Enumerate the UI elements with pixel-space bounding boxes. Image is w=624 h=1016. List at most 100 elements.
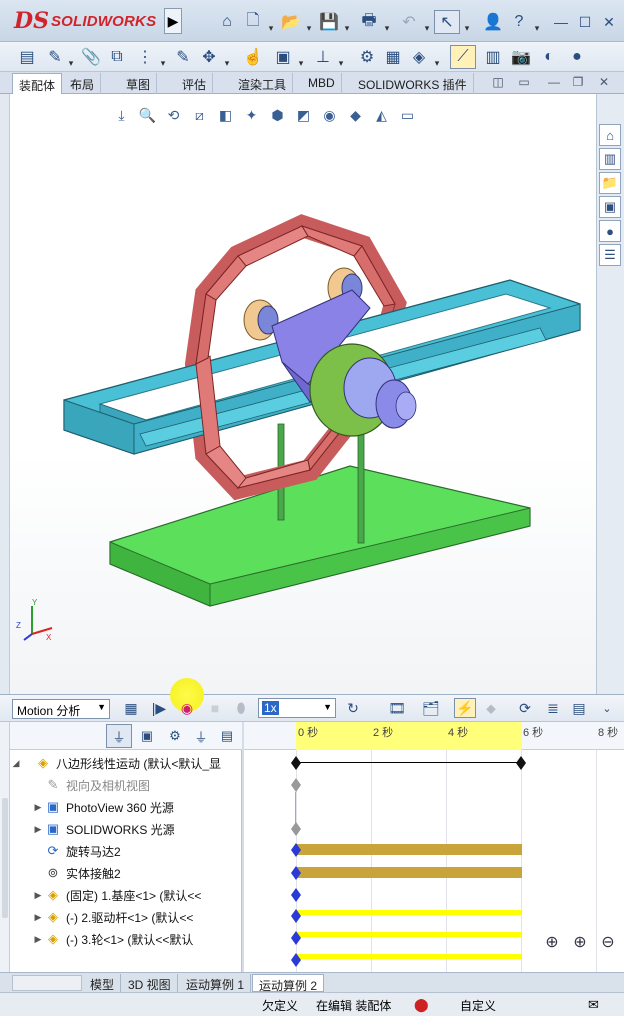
new-dropdown-arrow[interactable]: ▾ bbox=[266, 16, 276, 40]
keypoint[interactable] bbox=[516, 756, 526, 770]
tab-sketch[interactable]: 草图 bbox=[120, 73, 158, 94]
expand-arrow-icon[interactable]: ▶ bbox=[32, 934, 44, 945]
edit-component-icon[interactable]: ✎ bbox=[42, 45, 68, 69]
display-style-icon[interactable]: ◩ bbox=[292, 104, 315, 126]
tree-item-solid-contact[interactable]: ⊚ 实体接触2 bbox=[32, 862, 264, 884]
linear-pattern-icon[interactable]: ⋮ bbox=[132, 45, 158, 69]
tab-evaluate[interactable]: 评估 bbox=[176, 73, 214, 94]
home-icon[interactable]: ⌂ bbox=[214, 10, 240, 34]
apply-scene-icon[interactable]: ◭ bbox=[370, 104, 393, 126]
bill-of-materials-icon[interactable]: ▦ bbox=[380, 45, 406, 69]
rebuild-light-icon[interactable]: ⬤ bbox=[414, 997, 429, 1013]
hide-show-items-icon[interactable]: ◉ bbox=[318, 104, 341, 126]
custom-properties-icon[interactable]: ☰ bbox=[599, 244, 621, 266]
tab-3d-views[interactable]: 3D 视图 bbox=[122, 974, 178, 992]
doc-minimize-icon[interactable]: — bbox=[546, 75, 562, 89]
print-icon[interactable]: 🖶 bbox=[356, 10, 382, 34]
view-palette-icon[interactable]: ▣ bbox=[599, 196, 621, 218]
contact-track[interactable] bbox=[296, 867, 522, 878]
tree-item-views-cameras[interactable]: ✎ 视向及相机视图 bbox=[32, 774, 264, 796]
graphics-area[interactable] bbox=[10, 94, 596, 694]
tab-mbd[interactable]: MBD bbox=[302, 73, 342, 94]
filter-animated-icon[interactable]: ▣ bbox=[134, 724, 160, 748]
animation-wizard-icon[interactable]: 🗂 bbox=[420, 698, 442, 718]
smart-fasteners-icon[interactable]: ✎ bbox=[170, 45, 196, 69]
save-icon[interactable]: 💾 bbox=[316, 10, 342, 34]
tree-item-wheel[interactable]: ▶ ◈ (-) 3.轮<1> (默认<<默认 bbox=[32, 928, 264, 950]
large-assembly-icon[interactable]: ◐ bbox=[536, 45, 562, 69]
record-button[interactable]: ◉ bbox=[176, 698, 198, 718]
keypoint[interactable] bbox=[291, 953, 301, 967]
expand-arrow-icon[interactable]: ▶ bbox=[32, 802, 44, 813]
calculate-icon[interactable]: ▦ bbox=[120, 698, 142, 718]
insert-component-icon[interactable]: ▤ bbox=[14, 45, 40, 69]
view-selector-icon[interactable]: ✦ bbox=[240, 104, 263, 126]
keypoint[interactable] bbox=[291, 931, 301, 945]
scroll-thumb[interactable] bbox=[2, 798, 8, 918]
tab-render-tools[interactable]: 渲染工具 bbox=[232, 73, 294, 94]
update-speedpak-icon[interactable]: ▥ bbox=[480, 45, 506, 69]
tile-vertical-icon[interactable]: ▭ bbox=[516, 75, 532, 89]
keypoint[interactable] bbox=[291, 843, 301, 857]
tab-solidworks-addins[interactable]: SOLIDWORKS 插件 bbox=[352, 73, 474, 94]
filter-selected-icon[interactable]: ⏚ bbox=[188, 724, 214, 748]
study-type-select[interactable]: Motion 分析 ▼ bbox=[12, 699, 110, 719]
quick-tips-icon[interactable]: ✉ bbox=[588, 997, 599, 1013]
dynamic-annotation-icon[interactable]: ◧ bbox=[214, 104, 237, 126]
filter-icon[interactable]: ⏚ bbox=[106, 724, 132, 748]
move-component-icon[interactable]: ✥ bbox=[196, 45, 222, 69]
appearance-icon[interactable]: ● bbox=[564, 45, 590, 69]
timeline-ruler[interactable]: 0 秒 2 秒 4 秒 6 秒 8 秒 bbox=[244, 722, 624, 750]
previous-view-icon[interactable]: ⟲ bbox=[162, 104, 185, 126]
file-explorer-icon[interactable]: 📁 bbox=[599, 172, 621, 194]
wheel-track[interactable] bbox=[296, 932, 522, 937]
expand-arrow-icon[interactable]: ▶ bbox=[32, 912, 44, 923]
playback-speed-select[interactable]: 1x ▼ bbox=[258, 698, 336, 718]
component-preview-icon[interactable]: ⧉ bbox=[104, 45, 130, 69]
tab-assembly[interactable]: 装配体 bbox=[12, 73, 63, 94]
mate-icon[interactable]: 📎 bbox=[78, 45, 104, 69]
expand-arrow-icon[interactable]: ▶ bbox=[32, 890, 44, 901]
print-dropdown-arrow[interactable]: ▾ bbox=[382, 16, 392, 40]
tab-motion-study-2[interactable]: 运动算例 2 bbox=[252, 974, 325, 993]
open-icon[interactable]: 📂 bbox=[278, 10, 304, 34]
new-motion-study-icon[interactable]: ⚙ bbox=[354, 45, 380, 69]
tab-layout[interactable]: 布局 bbox=[64, 73, 102, 94]
spring-icon[interactable]: ≣ bbox=[542, 698, 564, 718]
save-dropdown-arrow[interactable]: ▾ bbox=[342, 16, 352, 40]
solidworks-resources-icon[interactable]: ⌂ bbox=[599, 124, 621, 146]
undo-icon[interactable]: ↶ bbox=[396, 10, 422, 34]
tree-item-drive-rod[interactable]: ▶ ◈ (-) 2.驱动杆<1> (默认<< bbox=[32, 906, 264, 928]
zoom-out-icon[interactable]: ⊖ bbox=[596, 930, 620, 954]
playback-mode-icon[interactable]: ↻ bbox=[342, 698, 364, 718]
design-library-icon[interactable]: ▥ bbox=[599, 148, 621, 170]
tree-item-rotary-motor[interactable]: ⟳ 旋转马达2 bbox=[32, 840, 264, 862]
reference-geometry-icon[interactable]: ⊥ bbox=[310, 45, 336, 69]
select-cursor-icon[interactable]: ↖ bbox=[434, 10, 460, 34]
tree-item-base[interactable]: ▶ ◈ (固定) 1.基座<1> (默认<< bbox=[32, 884, 264, 906]
keypoint[interactable] bbox=[291, 756, 301, 770]
zoom-to-fit-icon[interactable]: ⊕ bbox=[540, 930, 564, 954]
tree-item-solidworks-lights[interactable]: ▶ ▣ SOLIDWORKS 光源 bbox=[32, 818, 264, 840]
assembly-features-icon[interactable]: ▣ bbox=[270, 45, 296, 69]
open-dropdown-arrow[interactable]: ▾ bbox=[304, 16, 314, 40]
filter-driving-icon[interactable]: ⚙ bbox=[162, 724, 188, 748]
drive-rod-track[interactable] bbox=[296, 910, 522, 915]
tab-model[interactable]: 模型 bbox=[84, 974, 122, 992]
help-icon[interactable]: ? bbox=[506, 10, 532, 34]
minimize-window-icon[interactable]: — bbox=[548, 10, 574, 34]
doc-close-icon[interactable]: ✕ bbox=[596, 75, 612, 89]
maximize-window-icon[interactable]: ☐ bbox=[572, 10, 598, 34]
keypoint[interactable] bbox=[291, 822, 301, 836]
edit-appearance-icon[interactable]: ◆ bbox=[344, 104, 367, 126]
next-component-track[interactable] bbox=[296, 954, 522, 959]
tree-item-photoview-lights[interactable]: ▶ ▣ PhotoView 360 光源 bbox=[32, 796, 264, 818]
tile-horizontal-icon[interactable]: ◫ bbox=[490, 75, 506, 89]
filter-results-icon[interactable]: ▤ bbox=[214, 724, 240, 748]
motor-track[interactable] bbox=[296, 844, 522, 855]
doc-restore-icon[interactable]: ❐ bbox=[570, 75, 586, 89]
add-key-icon[interactable]: ⬥ bbox=[480, 698, 502, 718]
appearances-scenes-icon[interactable]: ● bbox=[599, 220, 621, 242]
play-from-start-icon[interactable]: |▶ bbox=[148, 698, 170, 718]
expand-arrow-icon[interactable]: ▶ bbox=[32, 824, 44, 835]
